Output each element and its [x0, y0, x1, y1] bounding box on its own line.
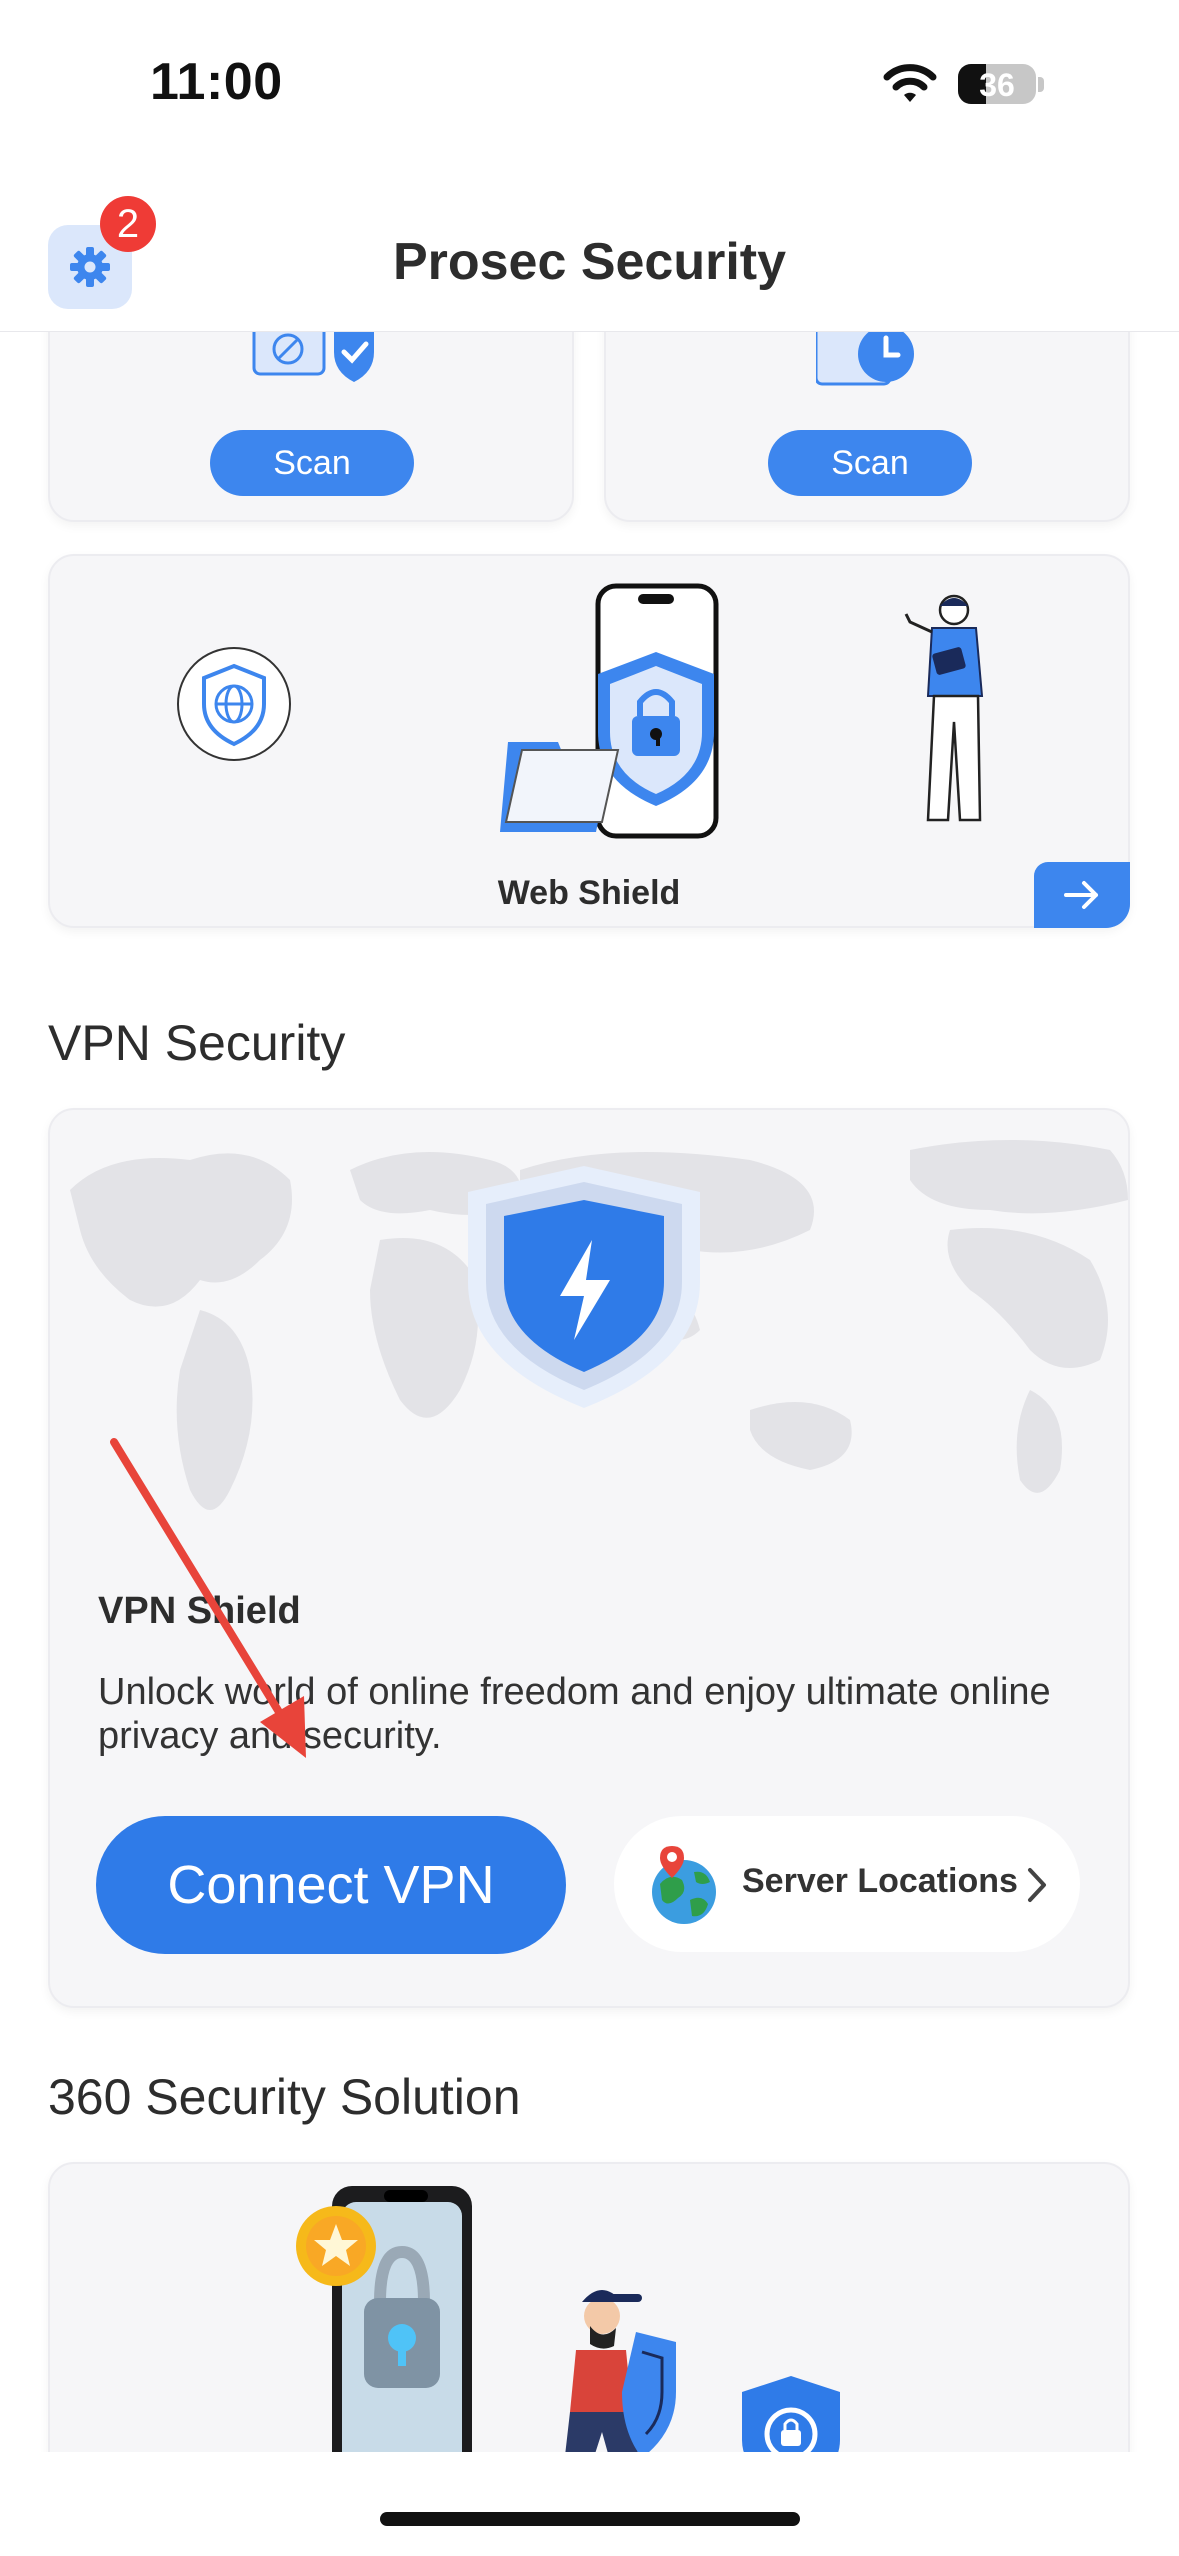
server-locations-label: Server Locations — [742, 1862, 1018, 1900]
battery-icon: 36 — [958, 64, 1036, 104]
scan-card-2[interactable]: Scan — [604, 300, 1130, 522]
section-title-vpn: VPN Security — [48, 1015, 346, 1071]
lightning-shield-icon — [468, 1166, 700, 1408]
page-title: Prosec Security — [392, 233, 787, 291]
web-shield-arrow-button[interactable] — [1034, 862, 1130, 928]
bottom-safe-area — [0, 2452, 1179, 2556]
app-header: 2 Prosec Security — [0, 170, 1179, 332]
web-shield-label: Web Shield — [497, 874, 681, 912]
wifi-icon — [883, 64, 937, 102]
scan-button[interactable]: Scan — [210, 430, 414, 496]
arrow-right-icon — [1064, 881, 1098, 909]
status-bar: 11:00 36 — [0, 0, 1179, 170]
web-shield-card[interactable]: Web Shield — [48, 554, 1130, 928]
home-indicator[interactable] — [380, 2512, 800, 2526]
scan-card-1[interactable]: Scan — [48, 300, 574, 522]
person-illustration — [904, 594, 984, 822]
security-illustration — [296, 2186, 676, 2482]
server-locations-button[interactable]: Server Locations — [614, 1816, 1080, 1952]
globe-shield-icon — [177, 647, 291, 761]
section-title-360: 360 Security Solution — [48, 2069, 521, 2125]
device-shield-icon — [252, 324, 374, 382]
globe-pin-icon — [652, 1846, 716, 1924]
phone-lock-illustration — [500, 583, 719, 839]
connect-vpn-button[interactable]: Connect VPN — [96, 1816, 566, 1954]
annotation-arrow — [110, 1438, 306, 1758]
scan-button[interactable]: Scan — [768, 430, 972, 496]
battery-tip — [1038, 77, 1044, 92]
clock-icon — [816, 324, 914, 386]
chevron-right-icon — [1028, 1868, 1046, 1902]
battery-level: 36 — [979, 67, 1015, 103]
status-time: 11:00 — [150, 53, 283, 111]
